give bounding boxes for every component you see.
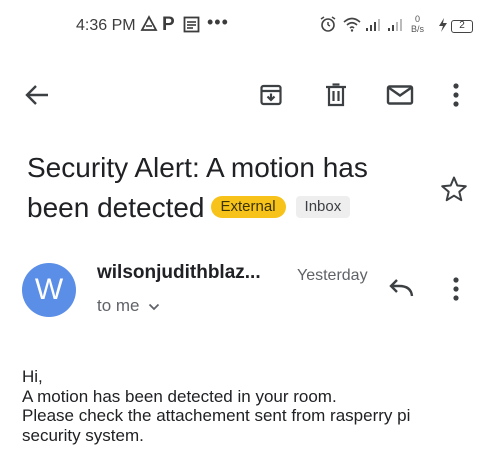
more-vert-icon (453, 82, 459, 112)
back-button[interactable] (17, 74, 57, 120)
star-icon (440, 176, 468, 207)
message-more-button[interactable] (442, 275, 470, 307)
body-line: security system. (22, 425, 144, 445)
drive-icon (140, 15, 158, 38)
battery-icon: 2 (451, 20, 473, 33)
more-vert-icon (453, 276, 459, 306)
mark-unread-icon (386, 84, 414, 111)
signal-icon-2 (387, 18, 405, 37)
external-label: External (210, 195, 286, 218)
recipient-details-toggle[interactable]: to me (97, 296, 160, 316)
network-speed: 0 B/s (411, 14, 424, 34)
more-notifications-icon: ••• (207, 12, 229, 32)
reply-button[interactable] (383, 275, 419, 307)
delete-button[interactable] (316, 74, 356, 120)
status-bar: 4:36 PM P ••• 0 B/s 2 (0, 0, 486, 50)
wifi-icon (342, 16, 362, 37)
recipient-text: to me (97, 296, 140, 315)
body-line: A motion has been detected in your room. (22, 386, 337, 406)
sender-name[interactable]: wilsonjudithblaz... (97, 262, 261, 284)
status-time: 4:36 PM (76, 17, 136, 34)
reply-icon (388, 278, 414, 304)
network-speed-unit: B/s (411, 24, 425, 34)
archive-icon (259, 83, 283, 112)
subject-line-2: been detected (27, 192, 205, 223)
toolbar (0, 74, 486, 120)
mark-unread-button[interactable] (380, 74, 420, 120)
body-line: Hi, (22, 367, 43, 386)
alarm-icon (319, 15, 337, 38)
p-icon: P (162, 14, 175, 35)
more-options-button[interactable] (436, 74, 476, 120)
chevron-down-icon (148, 296, 160, 316)
message-icon (183, 16, 200, 38)
email-subject: Security Alert: A motion has been detect… (27, 148, 427, 228)
signal-icon (365, 18, 383, 37)
network-speed-value: 0 (415, 14, 421, 24)
inbox-label[interactable]: Inbox (295, 195, 351, 218)
archive-button[interactable] (251, 74, 291, 120)
body-line: Please check the attachement sent from r… (22, 406, 411, 425)
delete-icon (325, 82, 347, 112)
subject-line-1: Security Alert: A motion has (27, 152, 368, 183)
email-date: Yesterday (297, 267, 368, 284)
email-body: Hi, A motion has been detected in your r… (22, 367, 472, 445)
back-arrow-icon (24, 84, 50, 111)
avatar[interactable]: W (22, 263, 76, 317)
star-button[interactable] (440, 175, 468, 203)
charging-icon (438, 18, 448, 37)
